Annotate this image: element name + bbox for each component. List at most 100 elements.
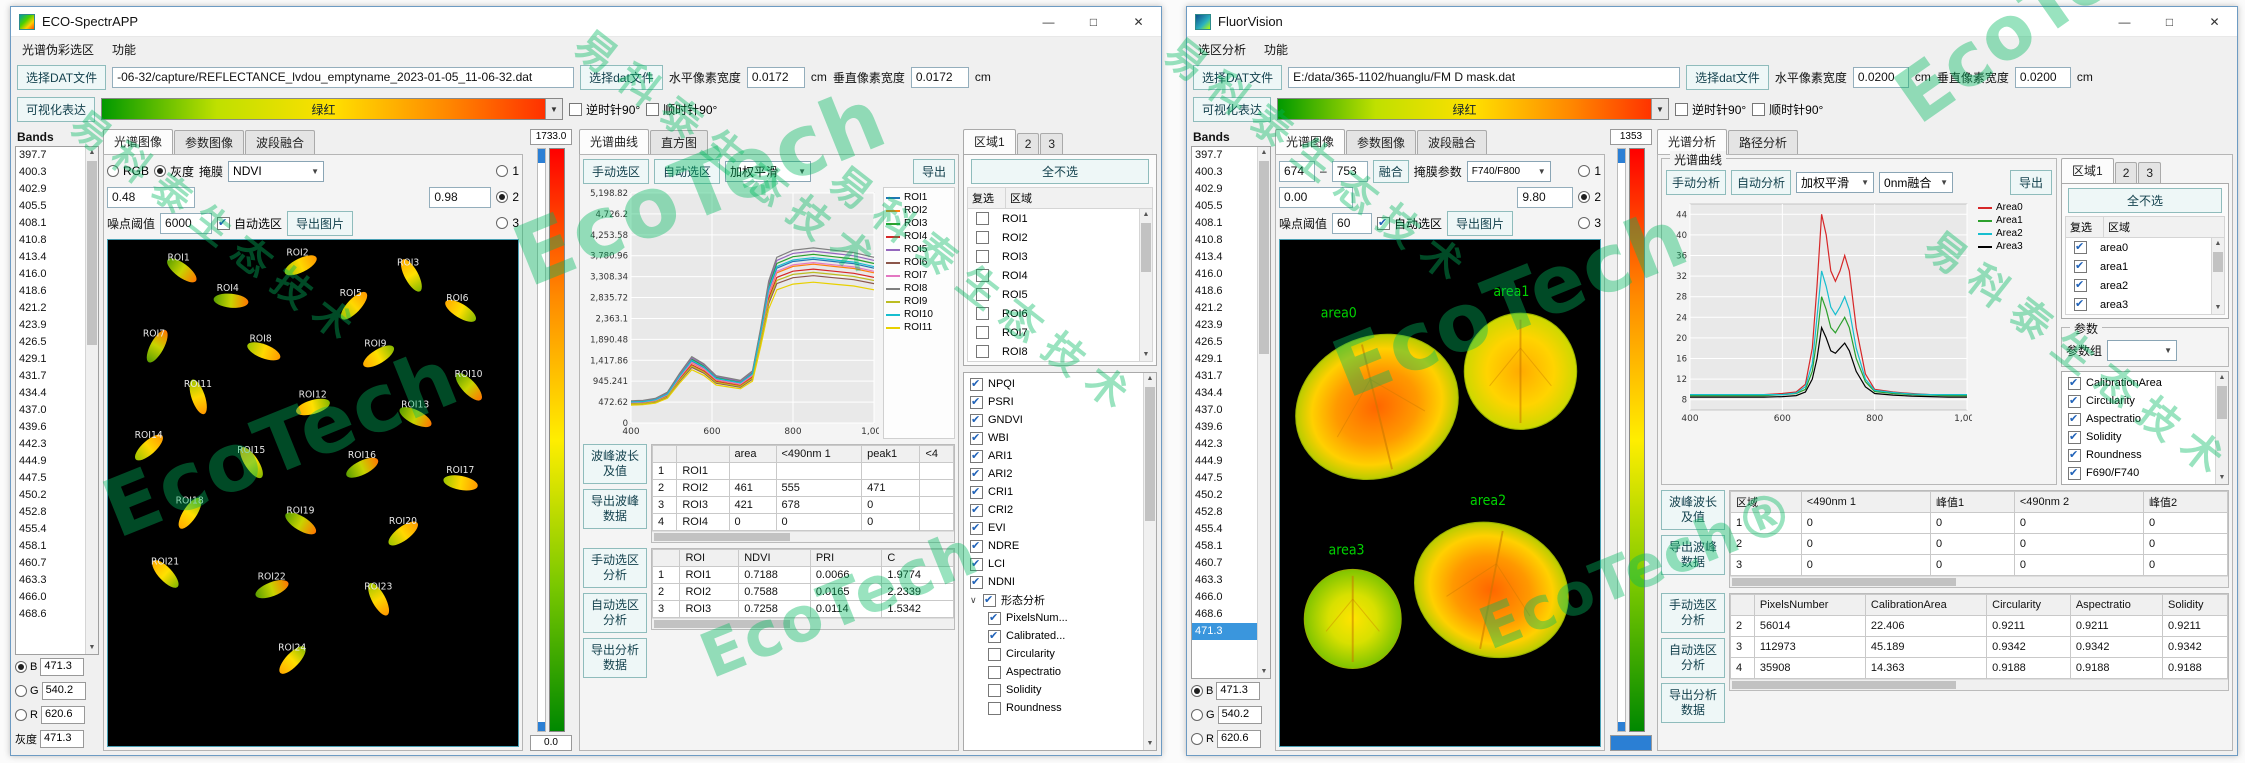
export-analysis-button[interactable]: 导出分析 数据 bbox=[1661, 683, 1725, 723]
band-item[interactable]: 408.1 bbox=[16, 215, 85, 232]
band-item[interactable]: 444.9 bbox=[1192, 453, 1257, 470]
parameter-row[interactable]: Circularity bbox=[2064, 392, 2215, 410]
parameter-checkbox[interactable] bbox=[970, 432, 983, 445]
table-row[interactable]: 25601422.406 0.92110.92110.9211 bbox=[1731, 616, 2228, 637]
region-row[interactable]: ROI5 bbox=[968, 285, 1139, 304]
menu-functions[interactable]: 功能 bbox=[1255, 38, 1297, 61]
export-image-button[interactable]: 导出图片 bbox=[287, 211, 353, 236]
peak-wavelength-button[interactable]: 波峰波长 及值 bbox=[1661, 490, 1725, 530]
noise-threshold-input[interactable] bbox=[160, 213, 212, 234]
parameter-checkbox[interactable] bbox=[970, 576, 983, 589]
titlebar[interactable]: ECO-SpectrAPP — □ ✕ bbox=[11, 7, 1161, 37]
tab-region-1[interactable]: 区域1 bbox=[963, 129, 1016, 154]
choose-dat-button[interactable]: 选择dat文件 bbox=[580, 65, 663, 90]
parameter-checkbox[interactable] bbox=[970, 468, 983, 481]
parameter-row[interactable]: Roundness bbox=[966, 699, 1143, 717]
parameter-checkbox[interactable] bbox=[988, 666, 1001, 679]
analysis-table[interactable]: ROI NDVIPRI C 1ROI10.7188 0.00661.9774 bbox=[652, 549, 954, 618]
radio-option-3[interactable]: 3 bbox=[1578, 216, 1601, 230]
band-item[interactable]: 437.0 bbox=[16, 402, 85, 419]
legend-item[interactable]: ROI5 bbox=[886, 244, 952, 255]
tree-expander-icon[interactable]: ∨ bbox=[970, 595, 978, 606]
band-item[interactable]: 450.2 bbox=[16, 487, 85, 504]
channel-b-radio[interactable] bbox=[1191, 685, 1203, 697]
band-item[interactable]: 426.5 bbox=[1192, 334, 1257, 351]
ccw-checkbox-box[interactable] bbox=[1675, 103, 1688, 116]
parameter-row[interactable]: Circularity bbox=[966, 645, 1143, 663]
legend-item[interactable]: Area1 bbox=[1978, 215, 2050, 226]
radio-option-2[interactable]: 2 bbox=[1578, 190, 1601, 204]
analysis-table[interactable]: PixelsNumber CalibrationAreaCircularity … bbox=[1730, 594, 2228, 679]
band-item[interactable]: 460.7 bbox=[16, 555, 85, 572]
region-row[interactable]: ROI1 bbox=[968, 209, 1139, 228]
channel-r-radio[interactable] bbox=[1191, 733, 1203, 745]
parameter-row[interactable]: ARI2 bbox=[966, 465, 1143, 483]
analysis-table-hscrollbar[interactable] bbox=[1730, 679, 2228, 690]
parameter-checkbox[interactable] bbox=[2068, 413, 2081, 426]
table-row[interactable]: 1ROI1 bbox=[653, 463, 954, 480]
threshold-low-input[interactable] bbox=[107, 187, 195, 208]
band-item[interactable]: 416.0 bbox=[1192, 266, 1257, 283]
manual-region-button[interactable]: 手动选区 bbox=[583, 159, 649, 184]
radio-1[interactable] bbox=[496, 165, 508, 177]
select-none-button[interactable]: 全不选 bbox=[2068, 188, 2222, 213]
radio-3[interactable] bbox=[1578, 217, 1590, 229]
parameter-row[interactable]: WBI bbox=[966, 429, 1143, 447]
legend-item[interactable]: ROI9 bbox=[886, 296, 952, 307]
region-row[interactable]: ROI7 bbox=[968, 323, 1139, 342]
parameter-row[interactable]: CRI2 bbox=[966, 501, 1143, 519]
colormap-select[interactable]: 绿红 ▼ bbox=[1277, 98, 1669, 120]
gray-radio-option[interactable]: 灰度 bbox=[154, 163, 194, 180]
tab-path-analysis[interactable]: 路径分析 bbox=[1728, 130, 1798, 154]
select-none-button[interactable]: 全不选 bbox=[971, 159, 1150, 184]
legend-item[interactable]: ROI4 bbox=[886, 231, 952, 242]
tab-region-3[interactable]: 3 bbox=[2138, 162, 2161, 183]
range-slider-bottom-handle[interactable] bbox=[1618, 722, 1625, 731]
channel-g-radio[interactable] bbox=[1191, 709, 1203, 721]
radio-1[interactable] bbox=[1578, 165, 1590, 177]
rgb-radio[interactable] bbox=[107, 165, 119, 177]
parameter-row[interactable]: NDRE bbox=[966, 537, 1143, 555]
band-item[interactable]: 458.1 bbox=[1192, 538, 1257, 555]
parameter-checkbox[interactable] bbox=[970, 504, 983, 517]
parameter-row[interactable]: ARI1 bbox=[966, 447, 1143, 465]
tab-spectral-image[interactable]: 光谱图像 bbox=[1275, 129, 1345, 154]
parameter-row[interactable]: Aspectratio bbox=[2064, 410, 2215, 428]
peak-wavelength-button[interactable]: 波峰波长 及值 bbox=[583, 444, 647, 484]
table-row[interactable]: 200 00 bbox=[1731, 534, 2228, 555]
band-item[interactable]: 434.4 bbox=[1192, 385, 1257, 402]
legend-item[interactable]: ROI7 bbox=[886, 270, 952, 281]
table-row[interactable]: 2ROI20.7588 0.01652.2339 bbox=[653, 584, 954, 601]
minimize-button[interactable]: — bbox=[1026, 7, 1071, 36]
band-item[interactable]: 468.6 bbox=[16, 606, 85, 623]
minimize-button[interactable]: — bbox=[2102, 7, 2147, 36]
radio-option-2[interactable]: 2 bbox=[496, 190, 519, 204]
parameter-row[interactable]: Solidity bbox=[2064, 428, 2215, 446]
threshold-high-input[interactable] bbox=[1517, 187, 1573, 208]
radio-option-1[interactable]: 1 bbox=[1578, 164, 1601, 178]
parameter-checkbox[interactable] bbox=[970, 540, 983, 553]
tab-region-1[interactable]: 区域1 bbox=[2061, 158, 2114, 183]
parameter-row[interactable]: PSRI bbox=[966, 393, 1143, 411]
auto-region-checkbox[interactable] bbox=[1377, 217, 1390, 230]
cw-checkbox-box[interactable] bbox=[646, 103, 659, 116]
table-row[interactable]: 3ROI30.7258 0.01141.5342 bbox=[653, 601, 954, 618]
band-item[interactable]: 466.0 bbox=[16, 589, 85, 606]
tab-spectral-image[interactable]: 光谱图像 bbox=[103, 129, 173, 154]
export-image-button[interactable]: 导出图片 bbox=[1447, 211, 1513, 236]
table-row[interactable]: 43590814.363 0.91880.91880.9188 bbox=[1731, 658, 2228, 679]
close-button[interactable]: ✕ bbox=[2192, 7, 2237, 36]
threshold-high-input[interactable] bbox=[429, 187, 491, 208]
parameter-checkbox[interactable] bbox=[970, 414, 983, 427]
region-scrollbar[interactable]: ▲▼ bbox=[2211, 238, 2224, 314]
parameters-scrollbar[interactable]: ▲▼ bbox=[2215, 372, 2228, 484]
parameter-row[interactable]: LCI bbox=[966, 555, 1143, 573]
parameter-row[interactable]: F690/F740 bbox=[2064, 464, 2215, 482]
maximize-button[interactable]: □ bbox=[1071, 7, 1116, 36]
merge-button[interactable]: 融合 bbox=[1373, 160, 1409, 183]
band-item[interactable]: 418.6 bbox=[16, 283, 85, 300]
region-row[interactable]: ROI4 bbox=[968, 266, 1139, 285]
merge-select[interactable]: 0nm融合 ▼ bbox=[1879, 172, 1953, 193]
smoothing-select[interactable]: 加权平滑 ▼ bbox=[725, 161, 811, 182]
mask-param-select[interactable]: F740/F800 ▼ bbox=[1467, 161, 1551, 182]
